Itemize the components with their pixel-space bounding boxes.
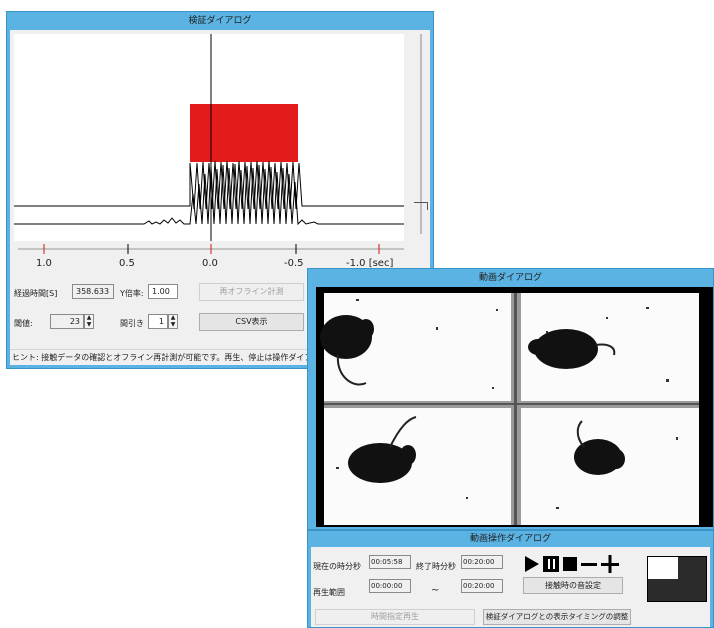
threshold-input[interactable]: 23 (50, 314, 84, 329)
operation-dialog-client: 現在の時分秒 00:05:58 終了時分秒 00:20:00 再生範囲 00:0… (311, 547, 710, 627)
operation-dialog: 動画操作ダイアログ 現在の時分秒 00:05:58 終了時分秒 00:20:00… (307, 530, 714, 628)
thinning-input[interactable]: 1 (148, 314, 168, 329)
range-label: 再生範囲 (313, 588, 345, 597)
detection-highlight (190, 104, 298, 162)
axis-tick-label: -0.5 (284, 258, 304, 269)
reoffline-button[interactable]: 再オフライン計測 (199, 283, 304, 301)
csv-button[interactable]: CSV表示 (199, 313, 304, 331)
stop-icon[interactable] (563, 557, 577, 571)
video-dialog-title: 動画ダイアログ (478, 273, 542, 283)
video-dialog: 動画ダイアログ (307, 268, 714, 530)
threshold-spinner[interactable]: ▲ ▼ (84, 314, 94, 329)
axis-tick-label: 1.0 (36, 258, 52, 269)
slider-thumb[interactable] (414, 202, 428, 210)
video-frame-image (320, 293, 699, 525)
transport-controls (525, 555, 619, 573)
time-play-button[interactable]: 時間指定再生 (315, 609, 475, 625)
thinning-spinner[interactable]: ▲ ▼ (168, 314, 178, 329)
ymag-label: Y倍率: (120, 289, 144, 298)
threshold-label: 閾値: (14, 319, 33, 328)
thinning-label: 間引き (120, 319, 144, 328)
current-time-field: 00:05:58 (369, 555, 411, 569)
range-end-field: 00:20:00 (461, 579, 503, 593)
baseline-lower (14, 163, 404, 226)
video-frame (316, 287, 713, 527)
operation-dialog-title: 動画操作ダイアログ (469, 534, 551, 544)
quadrant-selector[interactable] (647, 556, 707, 602)
y-scale-slider[interactable] (414, 34, 428, 241)
touch-sound-button[interactable]: 接触時の音設定 (523, 577, 623, 594)
minus-icon[interactable] (581, 563, 597, 566)
verify-dialog-title: 検証ダイアログ (188, 16, 252, 26)
current-time-label: 現在の時分秒 (313, 562, 361, 571)
elapsed-label: 経過時間[S] (14, 289, 58, 298)
axis-tick-label: 0.5 (119, 258, 135, 269)
elapsed-field: 358.633 (72, 284, 114, 299)
signal-plot-svg (14, 34, 404, 241)
axis-tick-label: 0.0 (202, 258, 218, 269)
signal-plot (14, 34, 404, 241)
sync-timing-button[interactable]: 検証ダイアログとの表示タイミングの調整 (483, 609, 631, 625)
plus-icon[interactable] (601, 555, 619, 573)
time-axis-ruler (18, 244, 404, 254)
range-start-field: 00:00:00 (369, 579, 411, 593)
end-time-label: 終了時分秒 (416, 562, 456, 571)
range-separator: ~ (431, 585, 440, 596)
play-icon[interactable] (525, 556, 539, 572)
quadrant-selected (648, 557, 678, 579)
pause-icon[interactable] (543, 556, 559, 572)
end-time-field: 00:20:00 (461, 555, 503, 569)
ymag-input[interactable]: 1.00 (148, 284, 178, 299)
